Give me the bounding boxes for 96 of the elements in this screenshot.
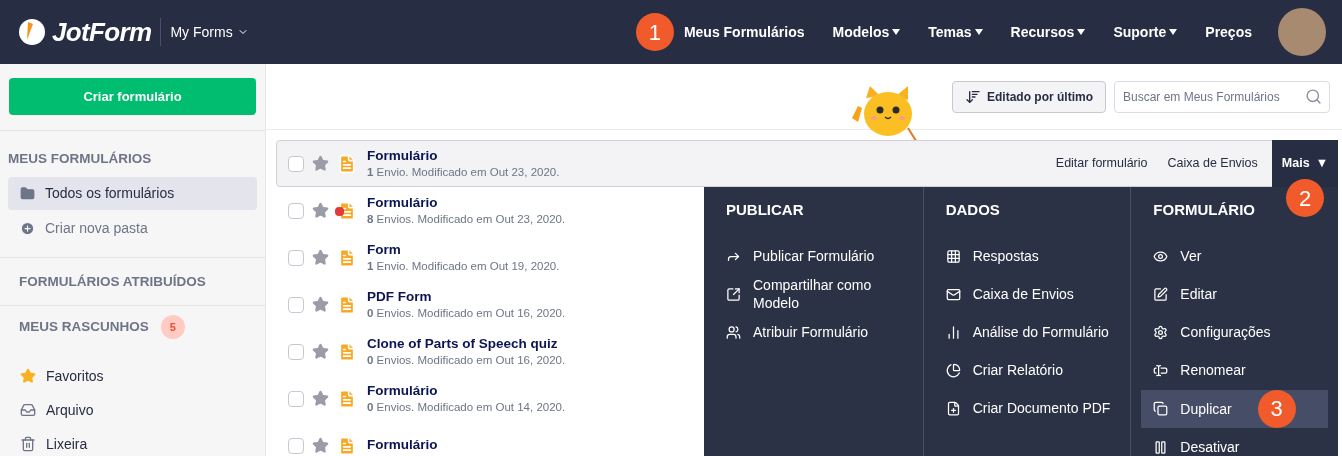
sidebar-item[interactable]: Arquivo [20,398,245,422]
checkbox[interactable] [288,249,304,266]
form-title: Formulário [367,382,439,400]
avatar[interactable] [1278,8,1326,56]
add-circle-icon [20,221,35,237]
caret-down-icon [892,29,901,35]
menu-item[interactable]: Editar [1141,275,1328,313]
nav-link[interactable]: Modelos [832,21,901,43]
edit-icon [1153,286,1169,302]
caret-down-icon [1077,29,1086,35]
caret-down-icon [974,29,983,35]
star-icon[interactable] [312,155,329,172]
checkbox[interactable] [288,390,304,407]
step-marker: 2 [1286,179,1324,217]
trash-icon [20,436,36,452]
sort-button[interactable]: Editado por último [952,80,1106,113]
users-icon [726,324,741,340]
edit-form-button[interactable]: Editar formulário [1045,148,1158,179]
star-icon[interactable] [312,296,329,313]
sidebar-item[interactable]: Favoritos [20,364,245,388]
sidebar-item[interactable]: Todos os formulários [8,177,257,211]
step-marker: 3 [1257,389,1296,428]
inbox-icon [20,402,36,418]
nav-link[interactable]: Temas [928,21,983,43]
menu-item[interactable]: Publicar Formulário [726,237,913,275]
menu-item[interactable]: Análise do Formulário [933,313,1121,351]
star-icon [20,368,36,384]
form-title: PDF Form [367,288,433,306]
menu-heading: DADOS [944,200,1001,220]
menu-item[interactable]: Caixa de Envios [933,275,1121,313]
form-details: 1 Envio. Modificado em Out 19, 2020. [367,258,560,274]
menu-item[interactable]: Renomear [1141,351,1328,389]
inbox-button[interactable]: Caixa de Envios [1157,148,1268,179]
star-icon[interactable] [312,202,329,219]
text-cursor-icon [1153,362,1169,378]
form-details: 0 Envios. Modificado em Out 16, 2020. [367,305,566,321]
form-details: 1 Envio. Modificado em Out 23, 2020. [367,164,560,180]
menu-item[interactable]: Configurações [1141,313,1328,351]
menu-item[interactable]: Atribuir Formulário [726,313,913,351]
nav-link[interactable]: Suporte [1113,21,1178,43]
bar-chart-icon [945,324,961,340]
search-field[interactable]: Buscar em Meus Formulários [1114,80,1330,113]
menu-heading: PUBLICAR [726,200,805,220]
menu-item[interactable]: Ver [1141,237,1328,275]
mail-icon [945,286,961,302]
star-icon[interactable] [312,249,329,266]
checkbox[interactable] [288,343,304,360]
form-details: 8 Envios. Modificado em Out 23, 2020. [367,211,566,227]
pencil-logo-icon [18,18,46,46]
form-details: 0 Envios. Modificado em Out 14, 2020. [367,399,566,415]
file-plus-icon [945,400,961,416]
menu-item[interactable]: Respostas [933,237,1121,275]
count-badge: 5 [160,315,185,340]
star-icon[interactable] [312,437,329,454]
logo-text: JotForm [52,15,152,49]
sidebar-item[interactable]: Criar nova pasta [8,212,257,246]
sidebar-item[interactable]: Lixeira [20,432,245,456]
section-heading: MEUS RASCUNHOS [19,318,149,337]
checkbox[interactable] [288,202,304,219]
menu-item[interactable]: Duplicar 3 [1141,389,1328,428]
copy-icon [1153,401,1169,416]
section-heading: MEUS FORMULÁRIOS [8,150,153,168]
step-marker: 1 [635,13,674,51]
menu-item[interactable]: Criar Documento PDF [933,389,1121,427]
caret-down-icon [1169,29,1178,35]
search-icon [1305,87,1322,105]
more-button[interactable]: Mais ▼ [1271,139,1338,188]
form-title: Form [367,241,402,259]
nav-link[interactable]: Meus Formulários [683,21,805,43]
form-details: 0 Envios. Modificado em Out 16, 2020. [367,352,566,368]
menu-item[interactable]: Criar Relatório [933,351,1121,389]
form-icon [337,153,357,174]
nav-link[interactable]: Recursos [1010,21,1086,43]
checkbox[interactable] [288,437,304,454]
menu-heading: FORMULÁRIO [1152,200,1256,220]
form-title: Formulário [367,147,439,165]
share-out-icon [726,286,741,302]
form-title: Formulário [367,437,438,454]
sort-icon [965,88,981,105]
star-icon[interactable] [312,390,329,407]
grid-icon [945,248,961,264]
form-title: Formulário [367,194,439,212]
section-heading: FORMULÁRIOS ATRIBUÍDOS [19,272,206,291]
folder-icon [20,186,35,202]
pause-icon [1153,439,1169,455]
form-title: Clone of Parts of Speech quiz [367,335,559,353]
eye-icon [1153,248,1169,264]
checkbox[interactable] [288,296,304,313]
menu-item[interactable]: Compartilhar como Modelo [726,275,913,313]
workspace-dropdown[interactable]: My Forms [170,21,249,43]
nav-link[interactable]: Preços [1205,21,1252,43]
checkbox[interactable] [288,155,304,172]
menu-item[interactable]: Desativar [1141,428,1328,456]
pie-chart-icon [945,362,961,378]
settings-icon [1153,324,1169,340]
star-icon[interactable] [312,343,329,360]
